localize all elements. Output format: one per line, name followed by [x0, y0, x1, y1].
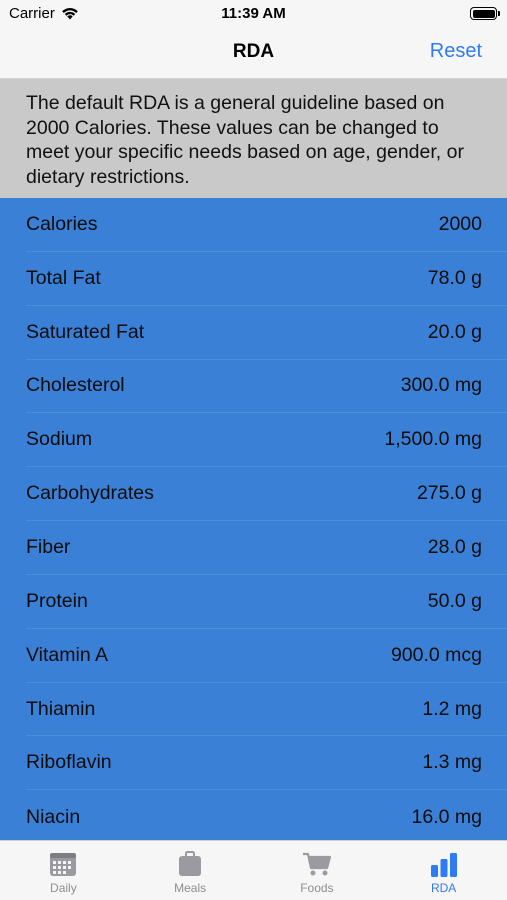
- nutrient-value: 28.0 g: [427, 535, 482, 558]
- nutrient-row-vitamin-a[interactable]: Vitamin A 900.0 mcg: [26, 629, 507, 683]
- battery-icon: [470, 7, 500, 20]
- nutrient-name: Carbohydrates: [26, 482, 154, 505]
- nutrient-row-carbohydrates[interactable]: Carbohydrates 275.0 g: [26, 467, 507, 522]
- nutrient-name: Sodium: [26, 428, 93, 451]
- tab-meals[interactable]: Meals: [127, 841, 254, 900]
- nutrient-list: Calories 2000 Total Fat 78.0 g Saturated…: [0, 198, 507, 840]
- nutrient-row-fiber[interactable]: Fiber 28.0 g: [26, 521, 507, 575]
- nutrient-row-saturated-fat[interactable]: Saturated Fat 20.0 g: [26, 306, 507, 360]
- nutrient-value: 1.3 mg: [422, 751, 482, 774]
- tab-label: RDA: [430, 881, 457, 895]
- tab-daily[interactable]: Daily: [0, 841, 127, 900]
- nutrient-row-riboflavin[interactable]: Riboflavin 1.3 mg: [26, 736, 507, 791]
- nutrient-name: Saturated Fat: [26, 320, 145, 343]
- nutrient-row-thiamin[interactable]: Thiamin 1.2 mg: [26, 683, 507, 737]
- bar-chart-icon: [430, 853, 457, 877]
- nutrient-value: 275.0 g: [416, 482, 482, 505]
- tab-label: Foods: [300, 881, 334, 895]
- nutrient-row-total-fat[interactable]: Total Fat 78.0 g: [26, 252, 507, 306]
- status-time: 11:39 AM: [221, 5, 286, 22]
- nutrient-value: 20.0 g: [427, 320, 482, 343]
- tab-rda[interactable]: RDA: [380, 841, 507, 900]
- tab-bar: Daily Meals Foods RDA: [0, 840, 507, 900]
- tab-foods[interactable]: Foods: [254, 841, 381, 900]
- nutrient-name: Calories: [26, 212, 98, 235]
- nutrient-row-niacin[interactable]: Niacin 16.0 mg: [26, 790, 507, 840]
- nutrient-row-protein[interactable]: Protein 50.0 g: [26, 575, 507, 629]
- nutrient-value: 16.0 mg: [411, 805, 482, 828]
- nutrient-name: Thiamin: [26, 697, 96, 720]
- nutrient-row-cholesterol[interactable]: Cholesterol 300.0 mg: [26, 360, 507, 414]
- tab-label: Meals: [174, 881, 207, 895]
- nutrient-name: Cholesterol: [26, 374, 125, 397]
- nutrient-value: 1.2 mg: [422, 697, 482, 720]
- nutrient-value: 300.0 mg: [400, 374, 482, 397]
- cart-icon: [302, 852, 331, 876]
- reset-button[interactable]: Reset: [430, 40, 482, 63]
- rda-info-text: The default RDA is a general guideline b…: [0, 79, 507, 198]
- nutrient-name: Protein: [26, 589, 88, 612]
- calendar-icon: [50, 853, 77, 876]
- nutrient-name: Fiber: [26, 535, 71, 558]
- nutrient-name: Niacin: [26, 805, 81, 828]
- nutrient-name: Total Fat: [26, 266, 101, 289]
- nutrient-value: 1,500.0 mg: [384, 428, 482, 451]
- nutrient-value: 50.0 g: [427, 589, 482, 612]
- nutrient-value: 2000: [438, 212, 482, 235]
- nutrient-value: 900.0 mcg: [390, 643, 482, 666]
- nutrient-row-calories[interactable]: Calories 2000: [26, 198, 507, 252]
- status-bar: Carrier 11:39 AM: [0, 0, 507, 28]
- nutrient-name: Riboflavin: [26, 751, 112, 774]
- nutrient-name: Vitamin A: [26, 643, 109, 666]
- nutrient-value: 78.0 g: [427, 266, 482, 289]
- lunchbox-icon: [179, 851, 202, 876]
- tab-label: Daily: [50, 881, 77, 895]
- nutrient-row-sodium[interactable]: Sodium 1,500.0 mg: [26, 413, 507, 468]
- navigation-bar: RDA Reset: [0, 28, 507, 79]
